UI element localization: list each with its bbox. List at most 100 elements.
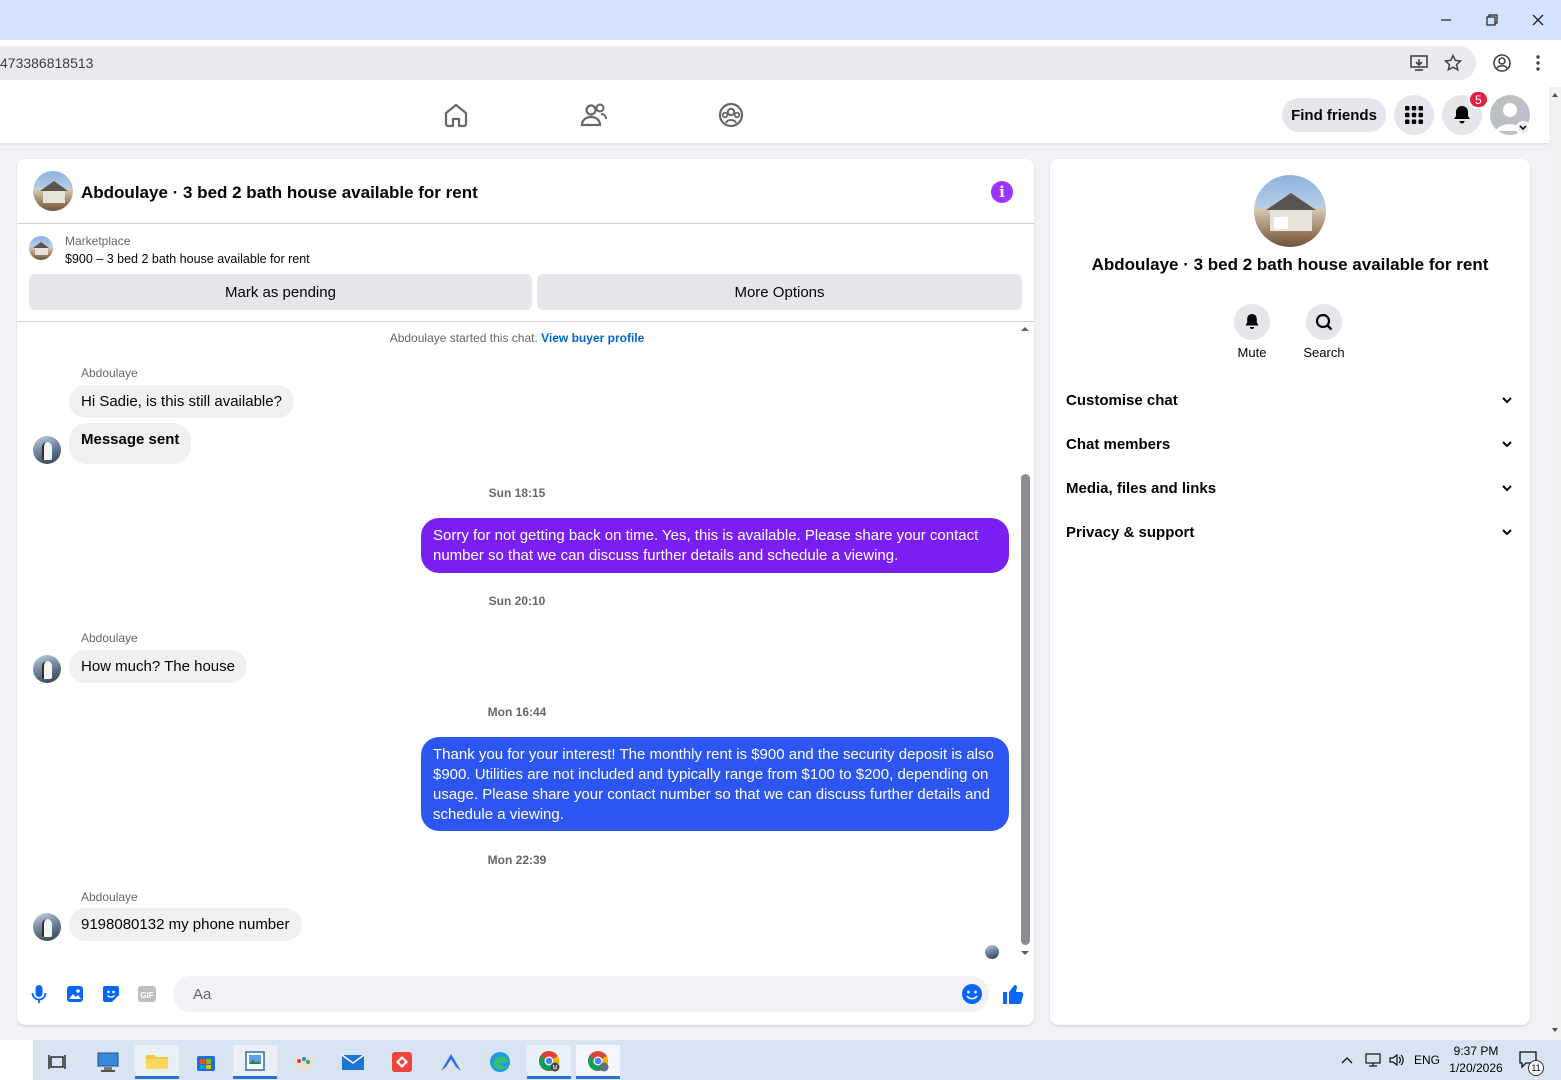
address-bar[interactable]: 473386818513	[0, 46, 1476, 80]
search-button[interactable]: Search	[1294, 304, 1354, 360]
svg-text:GIF: GIF	[140, 991, 153, 1000]
more-options-button[interactable]: More Options	[537, 274, 1022, 310]
message-line: number so that we can discuss further de…	[433, 547, 899, 564]
home-icon[interactable]	[442, 101, 470, 129]
outgoing-message[interactable]: Thank you for your interest! The monthly…	[421, 737, 1009, 831]
message-line: Sorry for not getting back on time. Yes,…	[433, 527, 979, 544]
facebook-navbar: Find friends 5	[0, 87, 1549, 143]
mute-button[interactable]: Mute	[1222, 304, 1282, 360]
sender-avatar[interactable]	[33, 655, 61, 683]
listing-avatar[interactable]	[33, 171, 73, 211]
scroll-up-icon[interactable]	[1018, 324, 1032, 334]
edge-icon[interactable]	[478, 1045, 522, 1079]
conversation-info-panel: Abdoulaye · 3 bed 2 bath house available…	[1050, 159, 1530, 1025]
search-icon	[1315, 313, 1333, 331]
sender-name: Abdoulaye	[81, 890, 138, 904]
customise-chat-row[interactable]: Customise chat	[1066, 378, 1514, 422]
clock-time: 9:37 PM	[1453, 1044, 1499, 1058]
minimize-button[interactable]	[1432, 6, 1460, 34]
file-explorer-icon[interactable]	[135, 1045, 179, 1079]
thumbs-up-icon[interactable]	[1000, 981, 1026, 1007]
timestamp: Mon 22:39	[487, 853, 547, 867]
photo-icon[interactable]	[64, 983, 86, 1005]
gif-icon[interactable]: GIF	[136, 983, 158, 1005]
groups-icon[interactable]	[717, 101, 745, 129]
anydesk-icon[interactable]	[380, 1045, 424, 1079]
chevron-down-icon	[1500, 393, 1514, 407]
language-indicator[interactable]: ENG	[1414, 1040, 1440, 1080]
notification-badge: 5	[1468, 90, 1489, 109]
bell-icon	[1454, 106, 1470, 124]
profile-icon[interactable]	[1490, 51, 1514, 75]
task-view-icon[interactable]	[35, 1045, 79, 1079]
install-app-icon[interactable]	[1408, 51, 1432, 75]
marketplace-label: Marketplace	[65, 234, 131, 248]
info-icon[interactable]: i	[991, 181, 1013, 203]
emoji-icon[interactable]	[961, 983, 983, 1005]
outgoing-message[interactable]: Sorry for not getting back on time. Yes,…	[421, 518, 1009, 573]
start-area[interactable]	[0, 1040, 33, 1080]
close-button[interactable]	[1524, 6, 1552, 34]
this-pc-icon[interactable]	[86, 1045, 130, 1079]
row-label: Chat members	[1066, 435, 1171, 453]
scroll-thumb[interactable]	[1021, 474, 1030, 945]
menu-button[interactable]	[1394, 95, 1434, 135]
account-chevron-icon[interactable]	[1516, 121, 1530, 135]
conversation-title: Abdoulaye · 3 bed 2 bath house available…	[1091, 255, 1489, 274]
scroll-down-icon[interactable]	[1018, 948, 1032, 958]
chat-scrollbar[interactable]	[1018, 322, 1032, 962]
bookmark-star-icon[interactable]	[1441, 51, 1465, 75]
chrome-active-icon[interactable]	[576, 1045, 620, 1079]
timestamp: Sun 20:10	[488, 594, 546, 608]
incoming-message[interactable]: Message sent	[69, 423, 192, 464]
chat-started-notice: Abdoulaye started this chat. View buyer …	[17, 331, 1017, 345]
listing-text[interactable]: $900 – 3 bed 2 bath house available for …	[65, 252, 310, 266]
scroll-down-icon[interactable]	[1549, 1024, 1561, 1036]
sender-name: Abdoulaye	[81, 631, 138, 645]
sender-avatar[interactable]	[33, 436, 61, 464]
chat-title[interactable]: Abdoulaye · 3 bed 2 bath house available…	[81, 183, 478, 203]
photos-app-icon[interactable]	[233, 1045, 277, 1079]
mail-icon[interactable]	[331, 1045, 375, 1079]
chrome-profile-m-icon[interactable]: M	[527, 1045, 571, 1079]
restore-button[interactable]	[1478, 6, 1506, 34]
message-line: $900. Utilities are not included and typ…	[433, 766, 989, 783]
message-line: schedule a viewing.	[433, 806, 564, 823]
row-label: Media, files and links	[1066, 479, 1217, 497]
system-clock[interactable]: 9:37 PM 1/20/2026	[1440, 1043, 1512, 1077]
view-buyer-profile-link[interactable]: View buyer profile	[541, 331, 644, 345]
bell-icon	[1245, 314, 1259, 329]
minimize-icon	[1441, 19, 1451, 21]
browser-menu-icon[interactable]	[1526, 51, 1550, 75]
marketplace-thumbnail[interactable]	[29, 236, 53, 260]
listing-photo[interactable]	[1254, 175, 1326, 247]
sender-avatar[interactable]	[33, 913, 61, 941]
paint-icon[interactable]	[282, 1045, 326, 1079]
privacy-support-row[interactable]: Privacy & support	[1066, 510, 1514, 554]
find-friends-button[interactable]: Find friends	[1282, 98, 1386, 132]
scroll-up-icon[interactable]	[1549, 89, 1561, 101]
message-input[interactable]	[173, 976, 989, 1012]
url-text[interactable]: 473386818513	[0, 55, 93, 71]
page-scrollbar[interactable]	[1549, 87, 1561, 1040]
incoming-message[interactable]: Hi Sadie, is this still available?	[69, 385, 294, 418]
close-icon	[1532, 14, 1544, 26]
browser-titlebar	[0, 0, 1561, 40]
chat-members-row[interactable]: Chat members	[1066, 422, 1514, 466]
sticker-icon[interactable]	[100, 983, 122, 1005]
incoming-message[interactable]: 9198080132 my phone number	[69, 908, 302, 941]
incoming-message[interactable]: How much? The house	[69, 650, 247, 683]
browser-toolbar: 473386818513	[0, 40, 1561, 87]
show-hidden-icons[interactable]	[1340, 1040, 1354, 1080]
mark-as-pending-button[interactable]: Mark as pending	[29, 274, 532, 310]
nordvpn-icon[interactable]	[429, 1045, 473, 1079]
chevron-down-icon	[1500, 437, 1514, 451]
taskbar: M ENG 9:37 PM 1/20/2026 11	[0, 1040, 1561, 1080]
microphone-icon[interactable]	[28, 983, 50, 1005]
friends-icon[interactable]	[580, 101, 608, 129]
media-files-links-row[interactable]: Media, files and links	[1066, 466, 1514, 510]
volume-icon[interactable]	[1388, 1040, 1406, 1080]
microsoft-store-icon[interactable]	[184, 1045, 228, 1079]
timestamp: Mon 16:44	[487, 705, 547, 719]
network-icon[interactable]	[1364, 1040, 1382, 1080]
